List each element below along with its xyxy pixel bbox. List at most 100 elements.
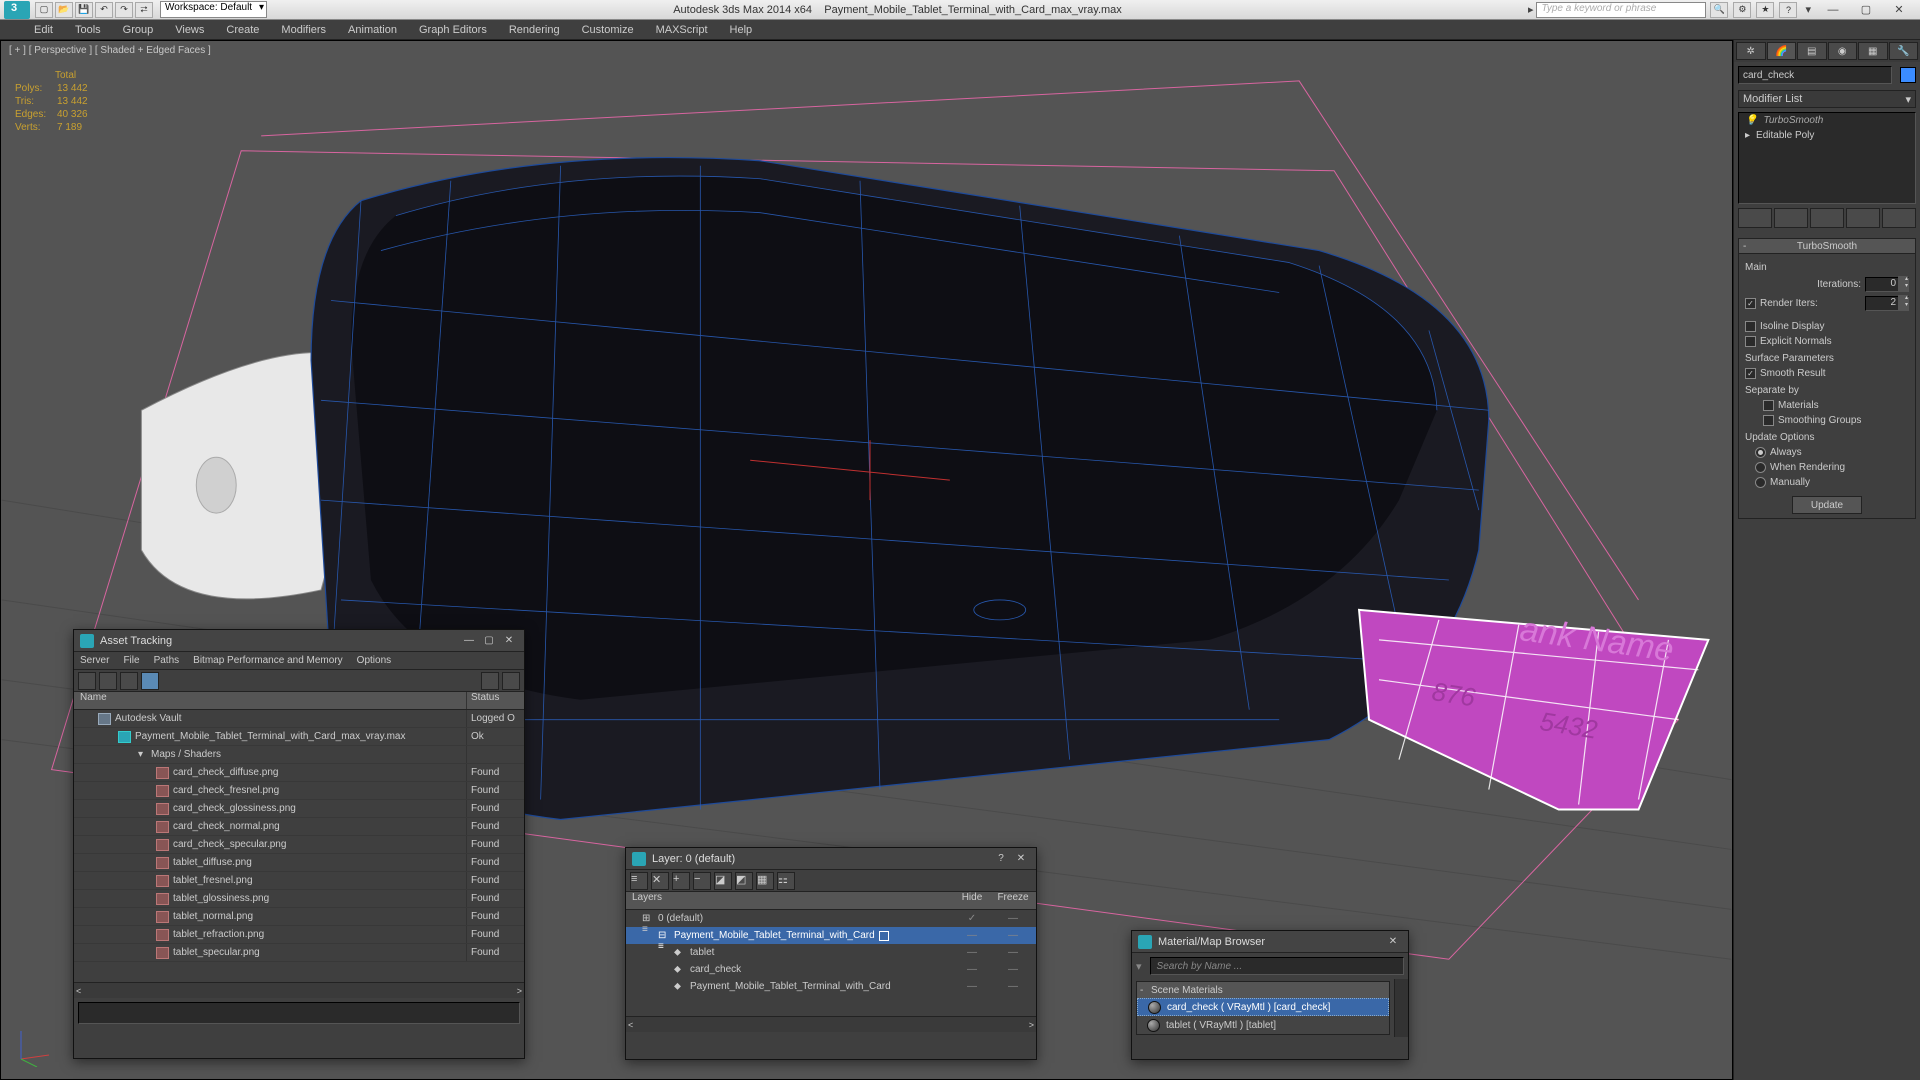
update-always-radio[interactable] [1755,447,1766,458]
asset-row[interactable]: tablet_refraction.pngFound [74,926,524,944]
remove-mod-icon[interactable] [1846,208,1880,228]
layer-row[interactable]: ⬥tablet—— [626,944,1036,961]
asset-row[interactable]: tablet_specular.pngFound [74,944,524,962]
list-icon[interactable] [120,672,138,690]
layer-add-icon[interactable]: + [672,872,690,890]
modify-tab-icon[interactable]: 🌈 [1767,42,1797,60]
maximize-button[interactable]: ▢ [480,633,498,649]
config-icon[interactable] [1882,208,1916,228]
asset-row[interactable]: tablet_normal.pngFound [74,908,524,926]
iterations-spinner[interactable]: 0 [1865,277,1909,292]
minimize-button[interactable]: — [460,633,478,649]
layer-del-icon[interactable]: ✕ [651,872,669,890]
asset-row[interactable]: card_check_diffuse.pngFound [74,764,524,782]
menu-help[interactable]: Help [730,24,753,36]
layer-col-icon[interactable]: ▦ [756,872,774,890]
menu-views[interactable]: Views [175,24,204,36]
menu-rendering[interactable]: Rendering [509,24,560,36]
redo-button[interactable]: ↷ [115,2,133,18]
scene-materials-header[interactable]: Scene Materials [1137,982,1389,998]
asset-menu-file[interactable]: File [123,655,139,666]
material-item[interactable]: tablet ( VRayMtl ) [tablet] [1137,1016,1389,1034]
refresh-icon[interactable] [78,672,96,690]
update-button[interactable]: Update [1792,496,1862,514]
motion-tab-icon[interactable]: ◉ [1828,42,1858,60]
tree-icon[interactable] [99,672,117,690]
menu-create[interactable]: Create [226,24,259,36]
layer-hi-icon[interactable]: ◩ [735,872,753,890]
asset-menu-bitmap-performance-and-memory[interactable]: Bitmap Performance and Memory [193,655,343,666]
layer-row[interactable]: ⊟ ≡Payment_Mobile_Tablet_Terminal_with_C… [626,927,1036,944]
help-button[interactable]: ? [992,851,1010,867]
rollout-header[interactable]: TurboSmooth [1738,238,1916,254]
asset-row[interactable]: tablet_fresnel.pngFound [74,872,524,890]
menu-tools[interactable]: Tools [75,24,101,36]
menu-graph-editors[interactable]: Graph Editors [419,24,487,36]
menu-modifiers[interactable]: Modifiers [281,24,326,36]
close-button[interactable]: ✕ [1384,934,1402,950]
menu-animation[interactable]: Animation [348,24,397,36]
smooth-result-checkbox[interactable]: ✓ [1745,368,1756,379]
render-iters-spinner[interactable]: 2 [1865,296,1909,311]
settings-icon[interactable] [502,672,520,690]
undo-button[interactable]: ↶ [95,2,113,18]
table-icon[interactable] [141,672,159,690]
help-search-input[interactable]: Type a keyword or phrase [1536,2,1706,18]
close-button[interactable]: ✕ [1012,851,1030,867]
asset-row[interactable]: ▾Maps / Shaders [74,746,524,764]
horizontal-scrollbar[interactable]: <> [74,982,524,998]
vertical-scrollbar[interactable] [1394,979,1408,1037]
pin-stack-icon[interactable] [1738,208,1772,228]
layer-row[interactable]: ⬥card_check—— [626,961,1036,978]
minimize-button[interactable]: — [1818,0,1848,20]
app-icon[interactable] [4,1,30,19]
asset-menu-paths[interactable]: Paths [154,655,180,666]
workspace-selector[interactable]: Workspace: Default [160,1,267,18]
maximize-button[interactable]: ▢ [1851,0,1881,20]
isoline-checkbox[interactable] [1745,321,1756,332]
object-name-input[interactable]: card_check [1738,66,1892,84]
utilities-tab-icon[interactable]: 🔧 [1889,42,1919,60]
close-button[interactable]: ✕ [500,633,518,649]
asset-row[interactable]: card_check_glossiness.pngFound [74,800,524,818]
star-icon[interactable]: ★ [1756,2,1774,18]
update-render-radio[interactable] [1755,462,1766,473]
menu-group[interactable]: Group [123,24,154,36]
asset-menu-options[interactable]: Options [357,655,391,666]
update-manual-radio[interactable] [1755,477,1766,488]
show-end-icon[interactable] [1774,208,1808,228]
asset-row[interactable]: tablet_glossiness.pngFound [74,890,524,908]
comm-icon[interactable]: ⚙ [1733,2,1751,18]
search-icon[interactable]: 🔍 [1710,2,1728,18]
link-button[interactable]: ⮂ [135,2,153,18]
save-button[interactable]: 💾 [75,2,93,18]
display-tab-icon[interactable]: ▦ [1858,42,1888,60]
render-iters-checkbox[interactable]: ✓ [1745,298,1756,309]
asset-row[interactable]: tablet_diffuse.pngFound [74,854,524,872]
modifier-list-dropdown[interactable]: Modifier List [1738,90,1916,108]
material-item[interactable]: card_check ( VRayMtl ) [card_check] [1137,998,1389,1016]
viewport-label[interactable]: [ + ] [ Perspective ] [ Shaded + Edged F… [9,45,211,56]
material-search-input[interactable]: Search by Name ... [1150,957,1404,975]
sep-materials-checkbox[interactable] [1763,400,1774,411]
open-button[interactable]: 📂 [55,2,73,18]
layer-sel-icon[interactable]: ◪ [714,872,732,890]
create-tab-icon[interactable]: ✲ [1736,42,1766,60]
asset-menu-server[interactable]: Server [80,655,109,666]
layer-row[interactable]: ⊞ ≡0 (default)✓— [626,910,1036,927]
unique-icon[interactable] [1810,208,1844,228]
modifier-stack[interactable]: 💡TurboSmooth▸Editable Poly [1738,112,1916,204]
close-button[interactable]: ✕ [1884,0,1914,20]
asset-row[interactable]: Autodesk VaultLogged O [74,710,524,728]
path-input[interactable] [78,1002,520,1024]
new-button[interactable]: ▢ [35,2,53,18]
asset-row[interactable]: card_check_normal.pngFound [74,818,524,836]
explicit-checkbox[interactable] [1745,336,1756,347]
menu-customize[interactable]: Customize [582,24,634,36]
hierarchy-tab-icon[interactable]: ▤ [1797,42,1827,60]
asset-row[interactable]: card_check_specular.pngFound [74,836,524,854]
asset-row[interactable]: Payment_Mobile_Tablet_Terminal_with_Card… [74,728,524,746]
layer-opt-icon[interactable]: ⚏ [777,872,795,890]
modifier-turbosmooth[interactable]: 💡TurboSmooth [1739,113,1915,128]
horizontal-scrollbar[interactable]: <> [626,1016,1036,1032]
